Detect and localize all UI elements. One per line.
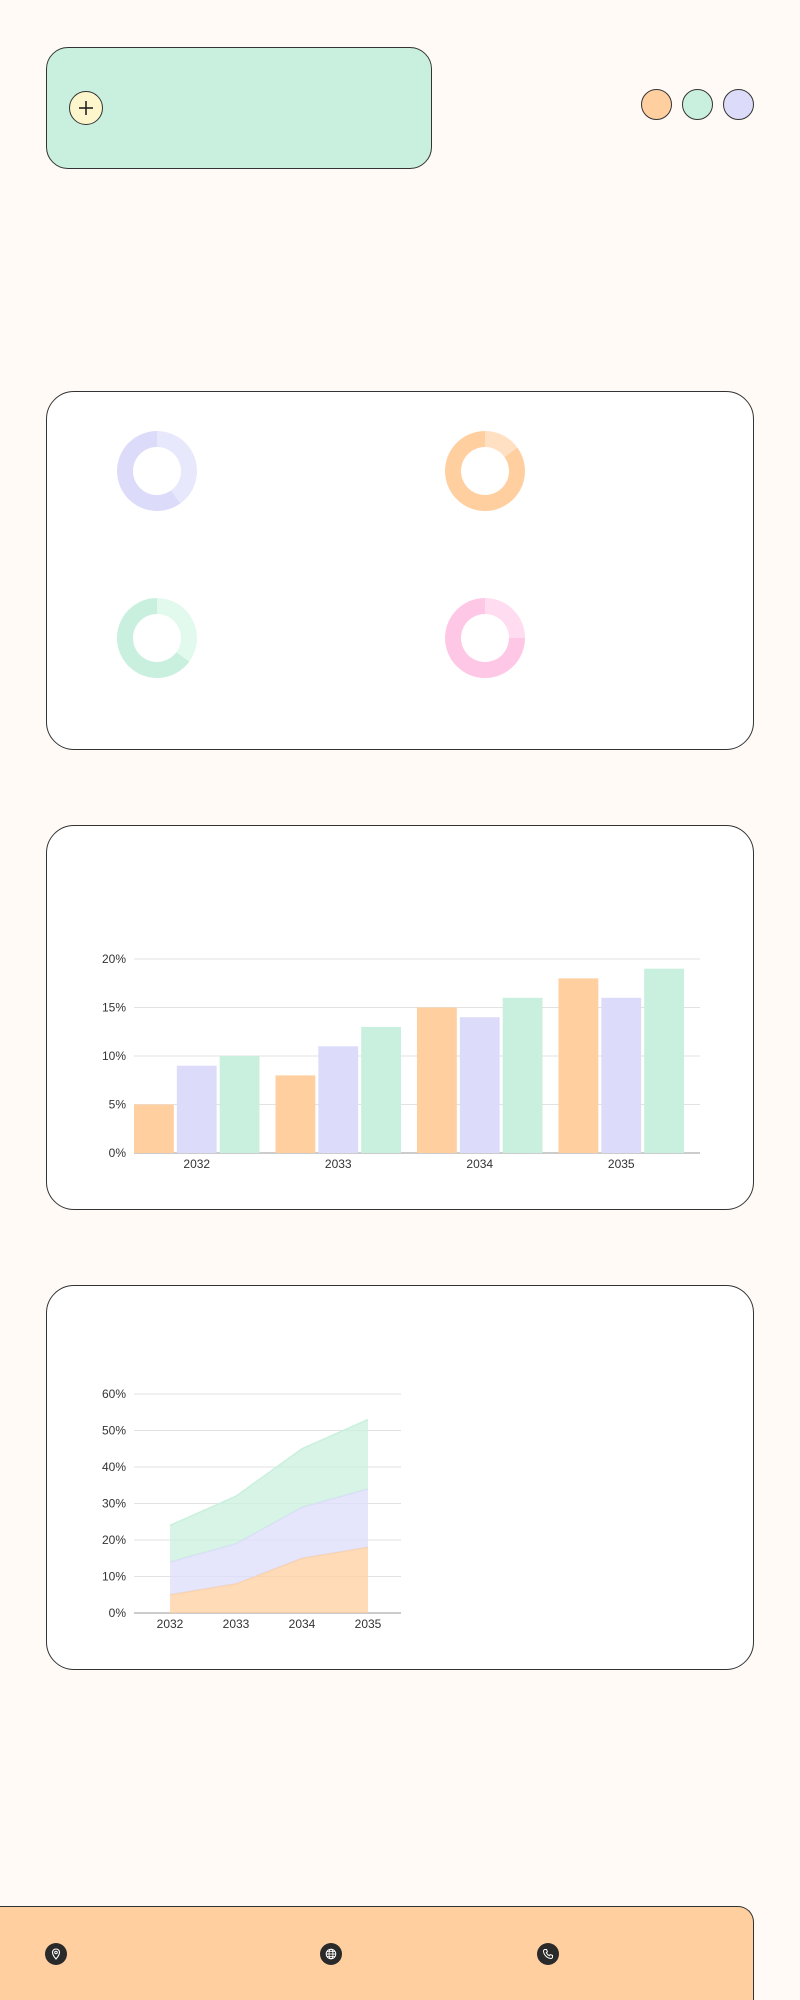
location-pin-icon[interactable] — [45, 1943, 67, 1965]
bar — [601, 997, 642, 1153]
y-tick-label: 40% — [102, 1460, 126, 1474]
x-tick-label: 2034 — [289, 1617, 316, 1631]
plus-icon — [79, 101, 93, 115]
y-tick-label: 0% — [109, 1606, 127, 1620]
donut-4 — [445, 598, 525, 678]
y-tick-label: 0% — [109, 1146, 127, 1160]
y-tick-label: 15% — [102, 1001, 126, 1015]
y-tick-label: 20% — [102, 1533, 126, 1547]
y-tick-label: 5% — [109, 1098, 127, 1112]
bar — [219, 1056, 260, 1153]
donut-slice — [157, 431, 198, 504]
x-tick-label: 2035 — [355, 1617, 382, 1631]
area-chart-card: 0% 10% 20% 30% 40% 50% 60% 2032 2033 2034 2035 — [46, 1285, 754, 1670]
bar-chart-card: 0% 5% 10% 15% 20% 2032 2033 2034 2035 — [46, 825, 754, 1210]
bar-chart: 0% 5% 10% 15% 20% 2032 2033 2034 2035 — [102, 952, 700, 1171]
bar — [558, 978, 599, 1153]
x-tick-label: 2035 — [608, 1157, 635, 1171]
y-tick-label: 50% — [102, 1424, 126, 1438]
phone-icon[interactable] — [537, 1943, 559, 1965]
hero-card — [46, 47, 432, 169]
donut-chart — [117, 431, 525, 678]
donut-card — [46, 391, 754, 750]
donut-3 — [117, 598, 197, 678]
bar — [502, 997, 543, 1153]
bar — [361, 1026, 401, 1153]
bar — [459, 1017, 500, 1153]
bar — [176, 1065, 217, 1153]
add-button[interactable] — [69, 91, 103, 125]
x-tick-label: 2033 — [325, 1157, 352, 1171]
area-chart: 0% 10% 20% 30% 40% 50% 60% 2032 2033 2034 2035 — [102, 1387, 401, 1631]
swatch-lavender[interactable] — [723, 89, 754, 120]
bar — [417, 1007, 457, 1153]
y-tick-label: 30% — [102, 1497, 126, 1511]
x-tick-label: 2034 — [466, 1157, 493, 1171]
swatch-orange[interactable] — [641, 89, 672, 120]
bar — [275, 1075, 316, 1153]
y-tick-label: 10% — [102, 1049, 126, 1063]
footer — [0, 1906, 754, 2000]
globe-icon[interactable] — [320, 1943, 342, 1965]
donut-2 — [445, 431, 525, 511]
y-tick-label: 20% — [102, 952, 126, 966]
y-tick-label: 10% — [102, 1570, 126, 1584]
x-tick-label: 2033 — [223, 1617, 250, 1631]
x-tick-label: 2032 — [183, 1157, 210, 1171]
swatch-mint[interactable] — [682, 89, 713, 120]
bar — [134, 1104, 174, 1153]
bar — [644, 968, 684, 1153]
donut-slice — [157, 598, 197, 662]
color-swatches — [641, 89, 754, 120]
donut-1 — [117, 431, 198, 511]
donut-slice — [485, 598, 525, 638]
x-tick-label: 2032 — [157, 1617, 184, 1631]
y-tick-label: 60% — [102, 1387, 126, 1401]
bar — [318, 1046, 359, 1153]
